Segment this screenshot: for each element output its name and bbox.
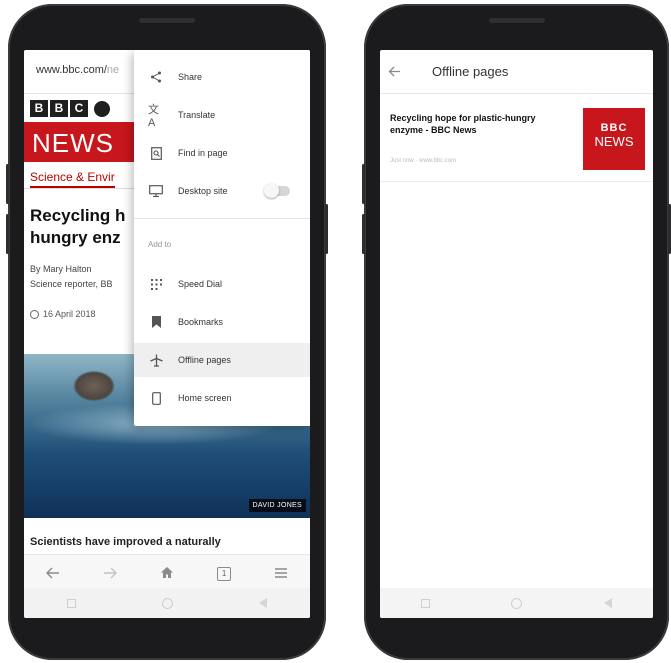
back-triangle-icon[interactable] — [259, 598, 267, 608]
menu-item-label: Translate — [178, 110, 216, 120]
home-circle-icon[interactable] — [162, 597, 173, 609]
url-text: www.bbc.com/ — [36, 64, 107, 76]
article-summary: Scientists have improved a naturally — [30, 536, 221, 548]
recents-icon[interactable] — [67, 598, 76, 608]
forward-arrow-icon[interactable] — [103, 566, 117, 582]
back-arrow-icon[interactable] — [388, 64, 414, 80]
menu-item-label: Offline pages — [178, 355, 231, 365]
find-in-page-icon — [148, 145, 164, 161]
clock-icon — [30, 309, 39, 319]
phone-left: www.bbc.com/ne B B C NEWS Science & Envi… — [6, 4, 328, 660]
home-circle-icon[interactable] — [511, 597, 523, 609]
menu-item-home-screen[interactable]: Home screen — [134, 381, 310, 415]
url-suffix: ne — [106, 64, 120, 76]
app-bar: Offline pages — [380, 50, 653, 94]
desktop-site-toggle[interactable] — [264, 183, 290, 198]
volume-button — [362, 214, 365, 254]
menu-item-offline-pages[interactable]: Offline pages — [134, 343, 310, 377]
desktop-icon — [148, 183, 164, 199]
bookmark-icon — [148, 314, 164, 330]
news-wordmark[interactable]: NEWS — [32, 128, 114, 159]
speaker-notch — [488, 18, 545, 23]
back-triangle-icon[interactable] — [604, 598, 613, 608]
browser-toolbar: 1 — [24, 554, 310, 592]
byline-author: By Mary Halton — [30, 264, 92, 274]
menu-item-speed-dial[interactable]: Speed Dial — [134, 267, 310, 301]
offline-pages-screen: Offline pages Recycling hope for plastic… — [380, 50, 653, 618]
menu-item-share[interactable]: Share — [134, 60, 310, 94]
byline-role: Science reporter, BB — [30, 279, 113, 289]
speaker-notch — [139, 18, 195, 23]
menu-item-bookmarks[interactable]: Bookmarks — [134, 305, 310, 339]
stage: www.bbc.com/ne B B C NEWS Science & Envi… — [0, 0, 671, 663]
byline: By Mary Halton Science reporter, BB — [30, 262, 113, 292]
menu-item-label: Find in page — [178, 148, 228, 158]
bbc-logo[interactable]: B B C — [30, 100, 110, 117]
volume-button — [6, 164, 9, 204]
system-nav-bar — [24, 588, 310, 618]
share-icon — [148, 69, 164, 85]
bbc-letter: C — [70, 100, 88, 117]
back-arrow-icon[interactable] — [45, 566, 60, 582]
account-icon[interactable] — [94, 100, 110, 117]
tabs-icon[interactable]: 1 — [217, 566, 232, 581]
menu-icon[interactable] — [274, 566, 288, 582]
menu-item-find-in-page[interactable]: Find in page — [134, 136, 310, 170]
power-button — [325, 204, 328, 254]
speed-dial-icon — [148, 276, 164, 292]
offline-page-title: Recycling hope for plastic-hungry enzyme… — [390, 113, 536, 135]
thumbnail-news-text: NEWS — [594, 134, 634, 149]
menu-item-label: Home screen — [178, 393, 232, 403]
volume-button — [6, 214, 9, 254]
recents-icon[interactable] — [420, 598, 430, 608]
bbc-news-thumbnail: BBC NEWS — [583, 108, 645, 170]
volume-button — [362, 164, 365, 204]
translate-icon: 文A — [148, 104, 159, 129]
menu-item-label: Share — [178, 72, 203, 82]
overflow-menu: Share 文A Translate Find in page Desktop … — [134, 50, 310, 426]
airplane-icon — [148, 352, 164, 368]
section-link[interactable]: Science & Envir — [30, 170, 115, 188]
offline-page-meta: Just now · www.bbc.com — [390, 158, 457, 164]
menu-divider — [134, 218, 310, 219]
offline-page-item[interactable]: Recycling hope for plastic-hungry enzyme… — [380, 98, 653, 182]
menu-item-desktop-site[interactable]: Desktop site — [134, 174, 310, 208]
article-date: 16 April 2018 — [43, 309, 96, 319]
menu-item-label: Speed Dial — [178, 279, 223, 289]
system-nav-bar — [380, 588, 653, 618]
menu-item-translate[interactable]: 文A Translate — [134, 98, 310, 132]
browser-screen: www.bbc.com/ne B B C NEWS Science & Envi… — [24, 50, 310, 618]
add-to-heading: Add to — [148, 240, 172, 249]
bbc-letter: B — [30, 100, 48, 117]
page-title: Offline pages — [432, 64, 509, 79]
menu-item-label: Bookmarks — [178, 317, 224, 327]
bbc-letter: B — [50, 100, 68, 117]
dateline: 16 April 2018 — [30, 309, 96, 319]
menu-item-label: Desktop site — [178, 186, 228, 196]
home-icon[interactable] — [160, 566, 174, 582]
phone-right: Offline pages Recycling hope for plastic… — [362, 4, 671, 660]
photo-credit: DAVID JONES — [248, 499, 306, 512]
phone-icon — [148, 390, 164, 406]
thumbnail-bbc-text: BBC — [600, 122, 628, 134]
